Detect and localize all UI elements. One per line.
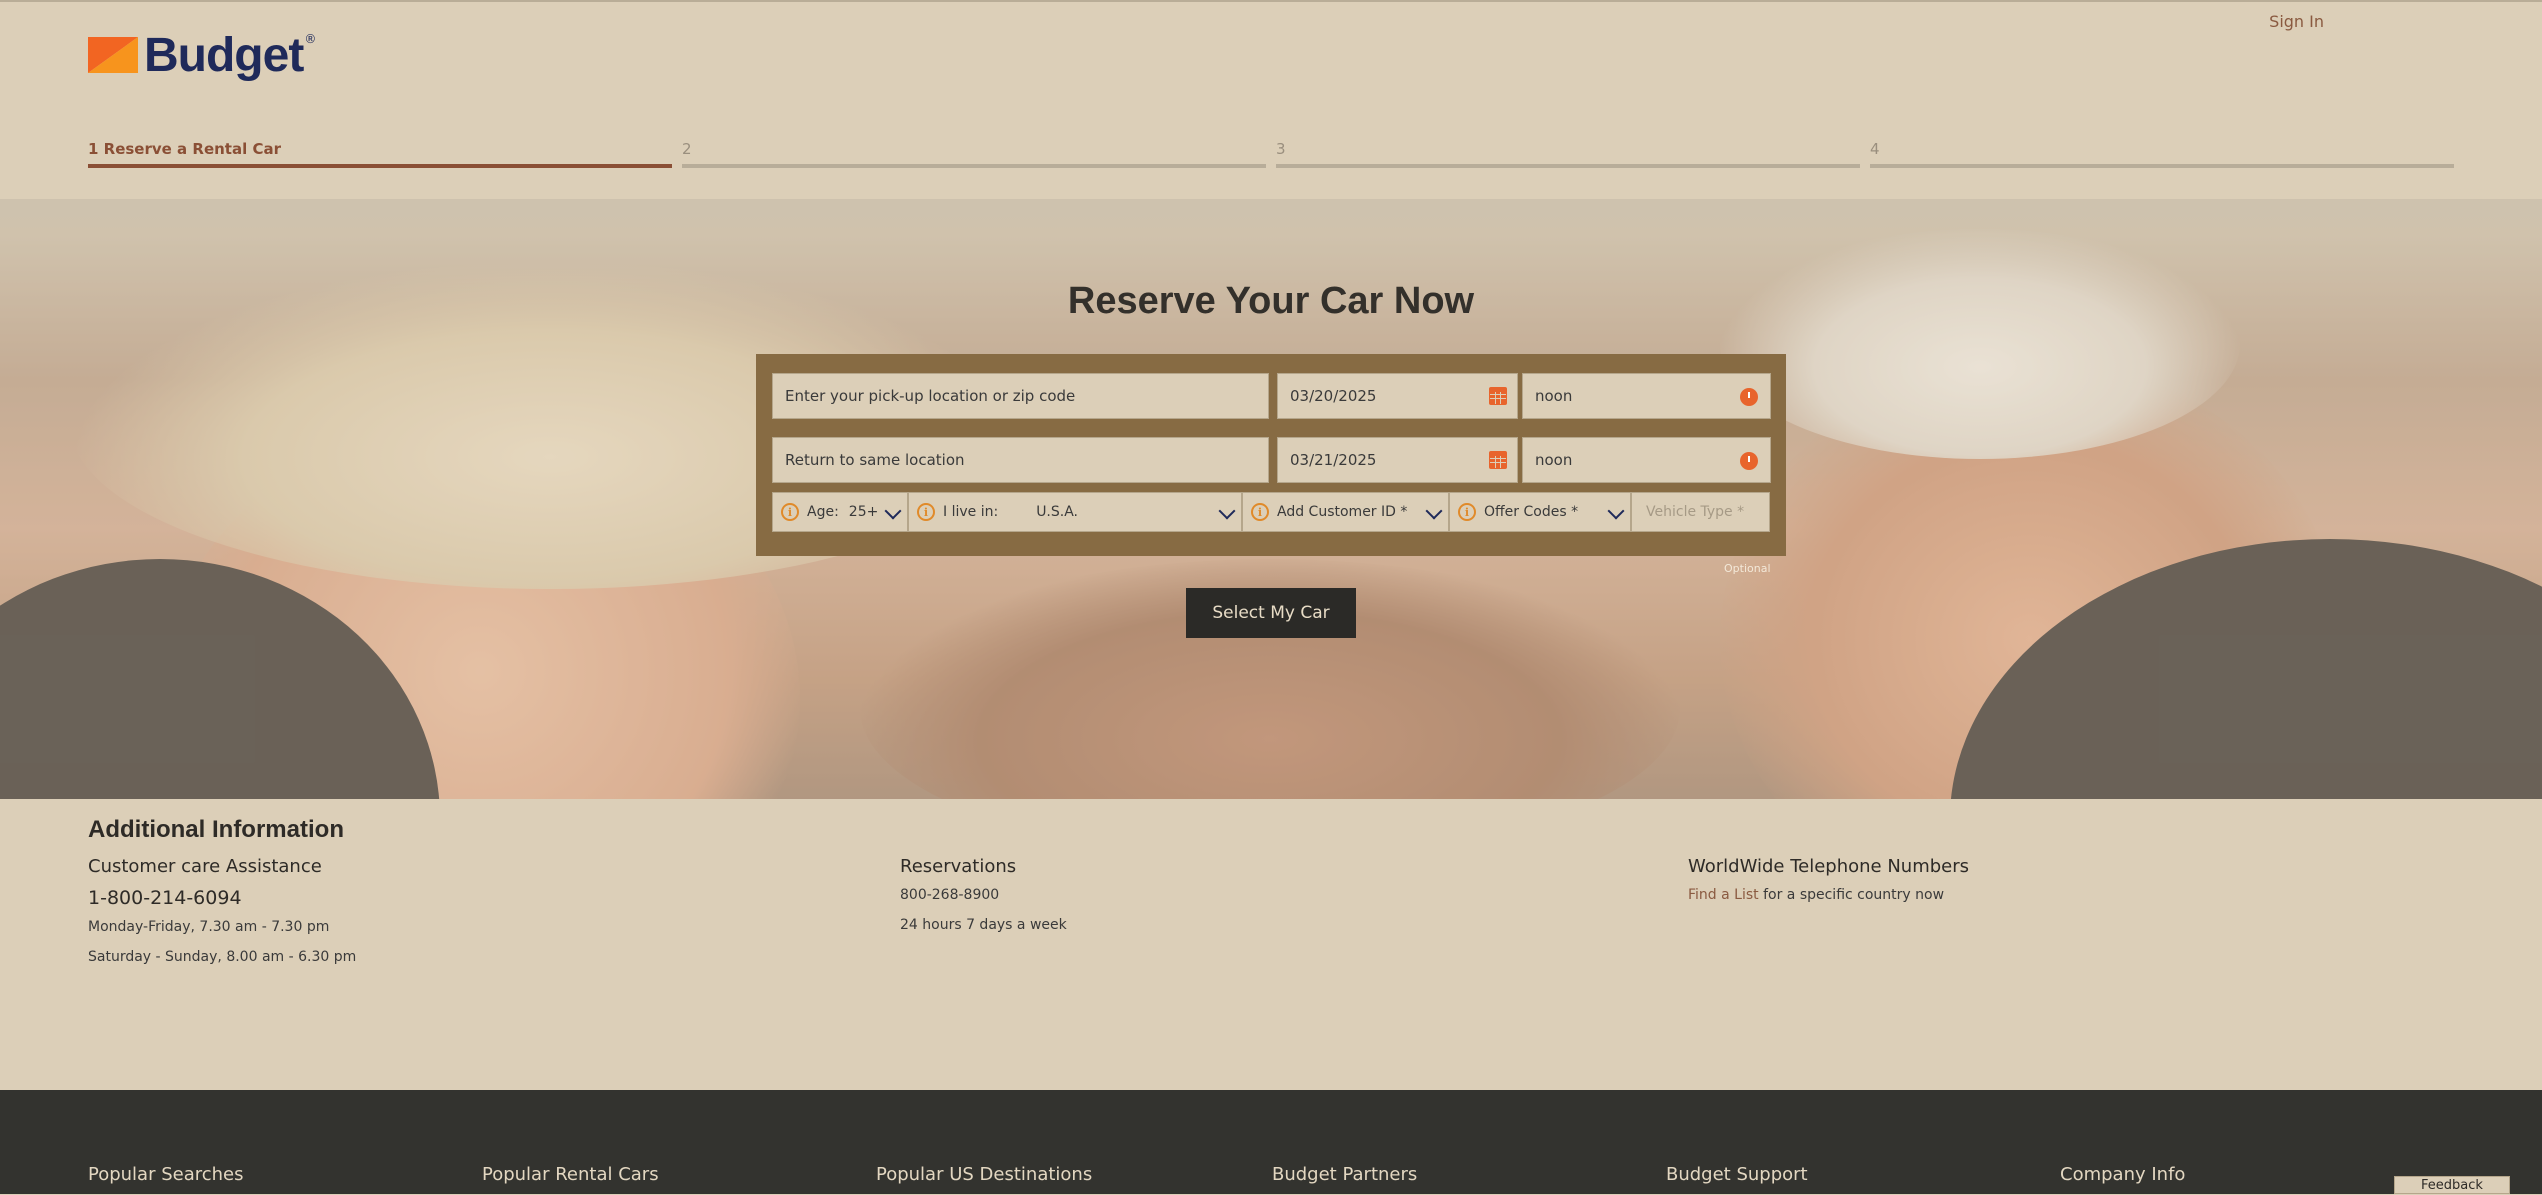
clock-icon[interactable] [1740, 388, 1758, 406]
customer-id-select[interactable]: i Add Customer ID * [1242, 492, 1449, 532]
step-label: 3 [1276, 140, 1286, 158]
reservations-column: Reservations 800-268-8900 24 hours 7 day… [900, 856, 1067, 947]
offer-codes-select[interactable]: i Offer Codes * [1449, 492, 1631, 532]
step-bar [88, 164, 672, 168]
customer-care-phone[interactable]: 1-800-214-6094 [88, 887, 356, 909]
pickup-time-select[interactable]: noon [1522, 373, 1771, 419]
info-icon[interactable]: i [1458, 503, 1476, 521]
calendar-icon[interactable] [1489, 387, 1507, 405]
customer-id-label: Add Customer ID * [1277, 504, 1408, 520]
additional-info-title: Additional Information [88, 816, 344, 843]
footer-popular-us-destinations[interactable]: Popular US Destinations [876, 1164, 1092, 1185]
chevron-down-icon [1425, 502, 1443, 520]
age-select[interactable]: i Age: 25+ [772, 492, 908, 532]
country-label: I live in: [943, 504, 999, 520]
reservations-heading: Reservations [900, 856, 1017, 877]
return-time-value: noon [1535, 451, 1573, 469]
pickup-time-value: noon [1535, 387, 1573, 405]
vehicle-type-input[interactable]: Vehicle Type * [1631, 492, 1770, 532]
budget-logo-mark-icon [88, 37, 138, 73]
age-value: 25+ [848, 504, 879, 520]
feedback-button[interactable]: Feedback [2394, 1176, 2510, 1194]
step-label: 4 [1870, 140, 1880, 158]
reservations-hours: 24 hours 7 days a week [900, 917, 1067, 933]
hero-title: Reserve Your Car Now [1067, 280, 1475, 322]
customer-care-heading: Customer care Assistance [88, 856, 322, 877]
footer-popular-rental-cars[interactable]: Popular Rental Cars [482, 1164, 659, 1185]
weekend-hours: Saturday - Sunday, 8.00 am - 6.30 pm [88, 949, 357, 965]
budget-logo[interactable]: Budget ® [88, 28, 317, 82]
info-icon[interactable]: i [781, 503, 799, 521]
footer-company-info[interactable]: Company Info [2060, 1164, 2185, 1185]
weekday-hours: Monday-Friday, 7.30 am - 7.30 pm [88, 919, 330, 935]
logo-registered: ® [304, 32, 317, 46]
pickup-date-input[interactable]: 03/20/2025 [1277, 373, 1518, 419]
return-time-select[interactable]: noon [1522, 437, 1771, 483]
worldwide-text: Find a List for a specific country now [1688, 887, 1969, 903]
logo-wordmark: Budget [144, 28, 304, 82]
info-icon[interactable]: i [1251, 503, 1269, 521]
step-1[interactable]: 1 Reserve a Rental Car [88, 138, 672, 168]
step-4: 4 [1870, 138, 2454, 168]
footer-budget-partners[interactable]: Budget Partners [1272, 1164, 1417, 1185]
worldwide-column: WorldWide Telephone Numbers Find a List … [1688, 856, 1969, 917]
country-value: U.S.A. [1036, 504, 1079, 520]
select-my-car-button[interactable]: Select My Car [1186, 588, 1356, 638]
clock-icon[interactable] [1740, 452, 1758, 470]
return-date-input[interactable]: 03/21/2025 [1277, 437, 1518, 483]
footer-budget-support[interactable]: Budget Support [1666, 1164, 1808, 1185]
offer-codes-label: Offer Codes * [1484, 504, 1579, 520]
reservations-phone[interactable]: 800-268-8900 [900, 887, 1067, 903]
chevron-down-icon [884, 502, 902, 520]
step-2: 2 [682, 138, 1266, 168]
step-label: 1 Reserve a Rental Car [88, 140, 281, 158]
additional-info-section: Additional Information Customer care Ass… [0, 800, 2542, 1090]
top-border [0, 0, 2542, 2]
customer-care-column: Customer care Assistance 1-800-214-6094 … [88, 856, 356, 979]
country-select[interactable]: i I live in: U.S.A. [908, 492, 1242, 532]
progress-steps: 1 Reserve a Rental Car 2 3 4 [88, 138, 2454, 168]
reservation-form: Enter your pick-up location or zip code … [756, 354, 1786, 556]
find-a-list-link[interactable]: Find a List [1688, 887, 1759, 903]
pickup-location-input[interactable]: Enter your pick-up location or zip code [772, 373, 1269, 419]
return-date-value: 03/21/2025 [1290, 451, 1377, 469]
vehicle-type-placeholder: Vehicle Type * [1646, 504, 1745, 520]
step-bar [682, 164, 1266, 168]
step-label: 2 [682, 140, 692, 158]
feedback-label: Feedback [2421, 1178, 2483, 1193]
pickup-date-value: 03/20/2025 [1290, 387, 1377, 405]
optional-note: Optional [1724, 562, 1771, 575]
step-bar [1276, 164, 1860, 168]
footer-popular-searches[interactable]: Popular Searches [88, 1164, 244, 1185]
sign-in-link[interactable]: Sign In [2269, 12, 2324, 31]
worldwide-suffix: for a specific country now [1758, 887, 1945, 903]
chevron-down-icon [1607, 502, 1625, 520]
return-location-input[interactable]: Return to same location [772, 437, 1269, 483]
worldwide-heading: WorldWide Telephone Numbers [1688, 856, 1970, 877]
chevron-down-icon [1218, 502, 1236, 520]
age-label: Age: [807, 504, 839, 520]
footer: Popular Searches Popular Rental Cars Pop… [0, 1090, 2542, 1194]
options-row: i Age: 25+ i I live in: U.S.A. i Add Cus… [772, 492, 1770, 532]
info-icon[interactable]: i [917, 503, 935, 521]
calendar-icon[interactable] [1489, 451, 1507, 469]
hero-banner: Reserve Your Car Now Enter your pick-up … [0, 199, 2542, 799]
step-3: 3 [1276, 138, 1860, 168]
step-bar [1870, 164, 2454, 168]
